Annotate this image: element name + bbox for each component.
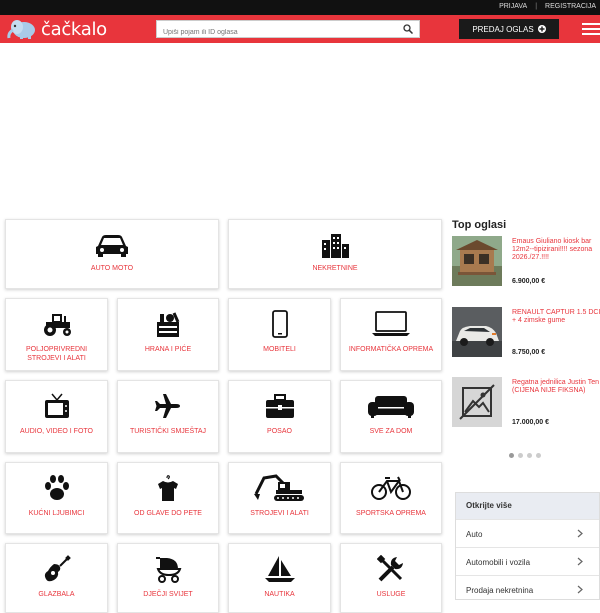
category-turisticki[interactable]: TURISTIČKI SMJEŠTAJ [117,380,219,453]
no-image-placeholder-icon[interactable] [452,377,502,427]
smartphone-icon [271,309,288,339]
discover-item-label: Prodaja nekretnina [466,586,534,595]
login-link[interactable]: PRIJAVA [495,3,531,10]
category-label: AUTO MOTO [90,265,134,272]
car-photo[interactable] [452,307,502,357]
category-label: KUĆNI LJUBIMCI [28,510,85,517]
top-ad-item[interactable]: Emaus Giuliano kiosk bar 12m2--tipiziran… [452,236,600,296]
plus-circle-icon [537,25,546,33]
discover-more-panel: Otkrijte više Auto Automobili i vozila P… [455,492,600,600]
category-audio[interactable]: AUDIO, VIDEO I FOTO [5,380,108,453]
category-glazbala[interactable]: GLAZBALA [5,543,108,613]
laptop-icon [371,309,411,339]
category-label: SPORTSKA OPREMA [356,510,426,517]
register-link[interactable]: REGISTRACIJA [541,3,600,10]
category-label: NEKRETNINE [312,265,358,272]
discover-item-label: Automobili i vozila [466,558,531,567]
search-icon[interactable] [403,24,413,34]
category-sve-za-dom[interactable]: SVE ZA DOM [340,380,442,453]
sofa-icon [367,391,415,421]
elephant-logo-icon [7,20,35,39]
category-usluge[interactable]: USLUGE [340,543,442,613]
header: čačkalo PREDAJ OGLAS [0,15,600,43]
logo-text: čačkalo [41,18,107,40]
discover-item-label: Auto [466,530,483,539]
category-strojevi[interactable]: STROJEVI I ALATI [228,462,331,534]
category-posao[interactable]: POSAO [228,380,331,453]
category-nautika[interactable]: NAUTIKA [228,543,331,613]
grocery-bag-icon [154,309,182,339]
category-mobiteli[interactable]: MOBITELI [228,298,331,371]
guitar-icon [43,554,71,584]
top-ad-item[interactable]: Regatna jednilica Justin Ten (CIJENA NIJ… [452,377,600,437]
tv-icon [44,391,70,421]
category-djecji[interactable]: DJEČJI SVIJET [117,543,219,613]
category-label: MOBITELI [263,346,296,353]
logo[interactable]: čačkalo [6,17,107,41]
menu-icon[interactable] [582,23,600,35]
top-ad-title[interactable]: Regatna jednilica Justin Ten (CIJENA NIJ… [512,379,600,395]
banner-space [0,43,600,213]
top-ad-price: 17.000,00 € [512,419,549,426]
tools-icon [377,554,405,584]
carousel-dot[interactable] [527,453,532,458]
tractor-icon [40,309,74,339]
chevron-right-icon [577,557,583,566]
sailboat-icon [264,554,296,584]
discover-item[interactable]: Automobili i vozila [456,547,599,575]
top-ad-item[interactable]: RENAULT CAPTUR 1.5 DCI + 4 zimske gume 8… [452,307,600,367]
carousel-dot[interactable] [509,453,514,458]
top-bar: PRIJAVA | REGISTRACIJA [0,0,600,15]
category-label: AUDIO, VIDEO I FOTO [20,428,93,435]
carousel-dots [509,453,541,458]
discover-item[interactable]: Auto [456,519,599,547]
excavator-icon [253,473,306,503]
category-label: NAUTIKA [264,591,295,598]
post-ad-label: PREDAJ OGLAS [472,24,534,34]
category-label: USLUGE [376,591,406,598]
discover-item[interactable]: Prodaja nekretnina [456,575,599,603]
search-box [156,20,420,41]
category-hrana[interactable]: HRANA I PIĆE [117,298,219,371]
category-informaticka[interactable]: INFORMATIČKA OPREMA [340,298,442,371]
category-nekretnine[interactable]: NEKRETNINE [228,219,442,289]
kiosk-photo[interactable] [452,236,502,286]
category-poljoprivredni[interactable]: POLJOPRIVREDNI STROJEVI I ALATI [5,298,108,371]
car-icon [94,230,130,260]
category-label: TURISTIČKI SMJEŠTAJ [129,428,207,435]
category-label: GLAZBALA [38,591,75,598]
category-label: STROJEVI I ALATI [250,510,309,517]
carousel-dot[interactable] [518,453,523,458]
top-ad-title[interactable]: Emaus Giuliano kiosk bar 12m2--tipiziran… [512,238,600,262]
bicycle-icon [371,473,411,503]
chevron-right-icon [577,529,583,538]
airplane-icon [154,391,182,421]
top-ad-price: 8.750,00 € [512,349,546,356]
discover-title: Otkrijte više [456,493,599,519]
paw-icon [43,473,71,503]
chevron-right-icon [577,585,583,594]
stroller-icon [154,554,182,584]
category-label: DJEČJI SVIJET [143,591,193,598]
buildings-icon [320,230,350,260]
category-kucni[interactable]: KUĆNI LJUBIMCI [5,462,108,534]
category-label: HRANA I PIĆE [144,346,192,353]
category-label: POLJOPRIVREDNI STROJEVI I ALATI [25,346,88,362]
top-ad-price: 6.900,00 € [512,278,546,285]
category-label: OD GLAVE DO PETE [134,510,202,517]
post-ad-button[interactable]: PREDAJ OGLAS [459,19,559,39]
shirt-on-hanger-icon [154,473,182,503]
search-input[interactable] [157,24,397,41]
category-auto-moto[interactable]: AUTO MOTO [5,219,219,289]
category-label: SVE ZA DOM [369,428,413,435]
top-ad-title[interactable]: RENAULT CAPTUR 1.5 DCI + 4 zimske gume [512,309,600,325]
category-label: POSAO [267,428,292,435]
separator: | [535,3,538,10]
category-odjeca[interactable]: OD GLAVE DO PETE [117,462,219,534]
briefcase-icon [265,391,295,421]
top-ads-title: Top oglasi [452,219,507,231]
carousel-dot[interactable] [536,453,541,458]
category-sportska[interactable]: SPORTSKA OPREMA [340,462,442,534]
category-label: INFORMATIČKA OPREMA [348,346,434,353]
